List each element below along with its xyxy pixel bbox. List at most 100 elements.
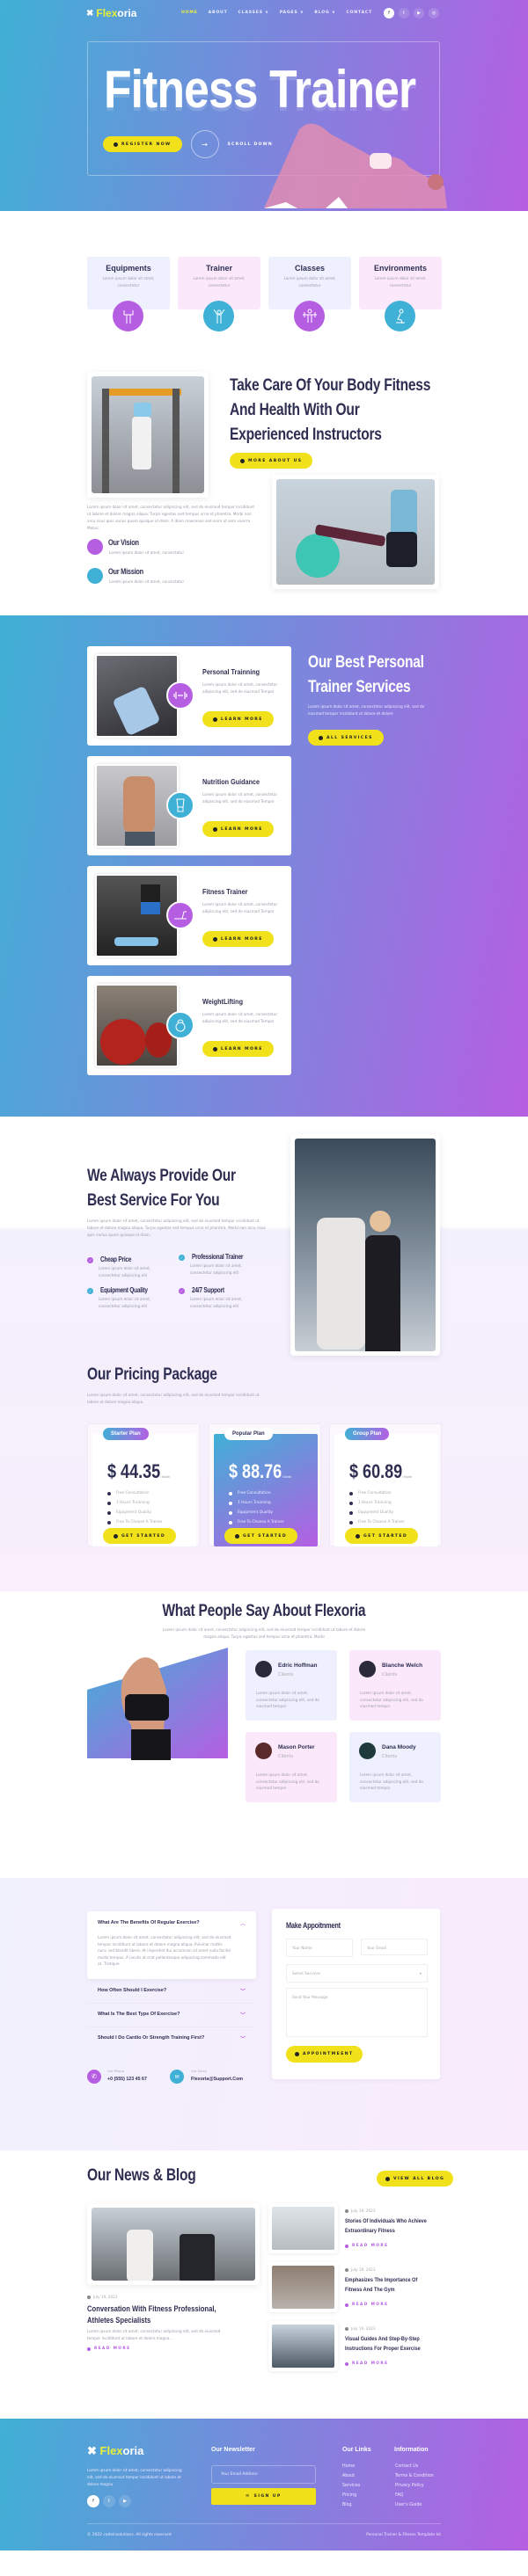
treadmill-icon	[166, 901, 194, 929]
nav-blog[interactable]: BLOG ∨	[314, 11, 335, 15]
plan-name: Popular Plan	[224, 1428, 273, 1440]
avatar	[255, 1661, 272, 1677]
more-about-us-button[interactable]: MORE ABOUT US	[230, 453, 313, 469]
get-started-button[interactable]: GET STARTED	[103, 1528, 177, 1544]
service-card: WeightLifting Lorem ipsum dolor sit amet…	[87, 976, 291, 1075]
testimonials-title: What People Say About Flexoria	[162, 1602, 366, 1620]
twitter-icon[interactable]: t	[399, 8, 409, 18]
footer-tagline: Personal Trainer & Fitness Template kit	[366, 2533, 441, 2537]
footer-link[interactable]: About	[342, 2474, 360, 2484]
get-started-button[interactable]: GET STARTED	[345, 1528, 419, 1544]
post-date: July 19, 2023	[87, 2295, 118, 2299]
appointment-title: Make Appoitnment	[286, 1921, 341, 1930]
footer-links: Home About Services Pricing Blog	[342, 2464, 360, 2513]
feature-card: Environments Lorem ipsum dolor sit amet, …	[359, 257, 442, 331]
scroll-down-button[interactable]: →	[190, 130, 219, 158]
footer-logo[interactable]: ✖ Flexoria	[87, 2444, 143, 2458]
footer-link[interactable]: Terms & Condition	[395, 2474, 434, 2484]
youtube-icon[interactable]: ▶	[414, 8, 424, 18]
trainer-icon	[203, 301, 234, 331]
faq-item[interactable]: How Often Should I Exercise? ﹀	[87, 1980, 256, 2004]
get-started-button[interactable]: GET STARTED	[224, 1528, 298, 1544]
footer-link[interactable]: Home	[342, 2464, 360, 2474]
post-title[interactable]: Emphasizes The Importance Of Fitness And…	[345, 2275, 435, 2295]
name-field[interactable]: Your Name	[286, 1939, 353, 1957]
clock-icon	[345, 2209, 348, 2213]
equipment-icon	[113, 301, 143, 331]
email-address[interactable]: Flexoria@Support.Com	[191, 2077, 243, 2082]
learn-more-button[interactable]: LEARN MORE	[202, 1041, 274, 1057]
footer-link[interactable]: Privacy Policy	[395, 2484, 434, 2493]
featured-post-image-frame[interactable]	[87, 2203, 260, 2285]
footer-link[interactable]: Blog	[342, 2503, 360, 2513]
view-all-blog-button[interactable]: VIEW ALL BLOG	[377, 2171, 454, 2187]
testimonial-image	[87, 1646, 228, 1760]
footer-link[interactable]: FAQ	[395, 2493, 434, 2503]
footer-divider	[87, 2523, 441, 2524]
learn-more-button[interactable]: LEARN MORE	[202, 821, 274, 837]
nav-pages[interactable]: PAGES ∨	[280, 11, 304, 15]
post-date: July 19, 2023	[345, 2209, 376, 2213]
post-thumbnail[interactable]	[268, 2262, 338, 2312]
service-title: Fitness Trainer	[202, 887, 248, 896]
faq-item-open[interactable]: What Are The Benefits Of Regular Exercis…	[87, 1911, 256, 1979]
check-icon: ✓	[179, 1288, 185, 1294]
nav-classes[interactable]: CLASSES ∨	[238, 11, 269, 15]
facebook-icon[interactable]: f	[87, 2495, 99, 2507]
post-date: July 19, 2023	[345, 2326, 376, 2331]
appointment-button[interactable]: APPOINTMEENT	[286, 2046, 363, 2063]
instagram-icon[interactable]: ◎	[429, 8, 439, 18]
bullet-icon	[107, 1520, 111, 1524]
read-more-link[interactable]: READ MORE	[87, 2347, 130, 2351]
scroll-down-label: SCROLL DOWN	[227, 142, 273, 147]
button-dot-icon	[213, 936, 217, 942]
faq-item[interactable]: What Is The Best Type Of Exercise? ﹀	[87, 2004, 256, 2027]
all-services-button[interactable]: ALL SERVICES	[308, 730, 384, 746]
services-title: Our Best Personal Trainer Services	[308, 653, 424, 696]
service-card: Nutrition Guidance Lorem ipsum dolor sit…	[87, 756, 291, 855]
vision-icon	[87, 539, 103, 555]
read-more-link[interactable]: READ MORE	[345, 2361, 388, 2366]
email-field[interactable]: Your Email	[361, 1939, 428, 1955]
read-more-link[interactable]: READ MORE	[345, 2244, 388, 2248]
faq-item[interactable]: Should I Do Cardio Or Strength Training …	[87, 2027, 256, 2051]
register-now-button[interactable]: REGISTER NOW	[103, 136, 182, 152]
newsletter-email-input[interactable]: Your Email Address	[211, 2465, 316, 2484]
post-thumbnail[interactable]	[268, 2321, 338, 2371]
button-dot-icon	[240, 458, 245, 463]
sign-up-button[interactable]: ✉ SIGN UP	[211, 2488, 316, 2505]
service-title: WeightLifting	[202, 997, 244, 1006]
bullet-icon	[107, 1491, 111, 1495]
pricing-card: $ 60.89/ Month Free Consultation 1 Hours…	[329, 1423, 442, 1546]
feature-card: Trainer Lorem ipsum dolor sit amet, conse…	[178, 257, 260, 331]
youtube-icon[interactable]: ▶	[119, 2495, 131, 2507]
dot-icon	[345, 2303, 348, 2307]
twitter-icon[interactable]: t	[103, 2495, 115, 2507]
learn-more-button[interactable]: LEARN MORE	[202, 711, 274, 727]
bullet-icon	[229, 1491, 232, 1495]
featured-post-title[interactable]: Conversation With Fitness Professional, …	[87, 2303, 237, 2326]
footer-link[interactable]: User's Guide	[395, 2503, 434, 2513]
footer-link[interactable]: Contact Us	[395, 2464, 434, 2474]
mission-title: Our Mission	[108, 567, 143, 576]
avatar	[359, 1661, 376, 1677]
post-title[interactable]: Stories Of Individuals Who Achieve Extra…	[345, 2216, 435, 2236]
nav-contact[interactable]: CONTACT	[346, 11, 372, 15]
pricing-card-popular: $ 88.76/ Month Free Consultation 1 Hours…	[209, 1423, 321, 1546]
read-more-link[interactable]: READ MORE	[345, 2303, 388, 2307]
post-thumbnail[interactable]	[268, 2203, 338, 2253]
post-title[interactable]: Visual Guides And Step-By-Step Instructi…	[345, 2334, 435, 2354]
service-select[interactable]: Select Services ▾	[286, 1964, 428, 1983]
facebook-icon[interactable]: f	[384, 8, 394, 18]
service-card: Personal Trainning Lorem ipsum dolor sit…	[87, 646, 291, 746]
footer-link[interactable]: Pricing	[342, 2493, 360, 2503]
about-section: Take Care Of Your Body Fitness And Healt…	[0, 338, 528, 615]
footer-link[interactable]: Services	[342, 2484, 360, 2493]
phone-number[interactable]: +0 (555) 123 45 67	[107, 2077, 147, 2082]
nav-about[interactable]: ABOUT	[209, 11, 228, 15]
learn-more-button[interactable]: LEARN MORE	[202, 931, 274, 947]
logo[interactable]: ✖ Flexoria	[86, 7, 136, 19]
message-field[interactable]: Send Your Message	[286, 1988, 428, 2037]
feature-card: Classes Lorem ipsum dolor sit amet, conse…	[268, 257, 351, 331]
nav-home[interactable]: HOME	[181, 11, 198, 15]
